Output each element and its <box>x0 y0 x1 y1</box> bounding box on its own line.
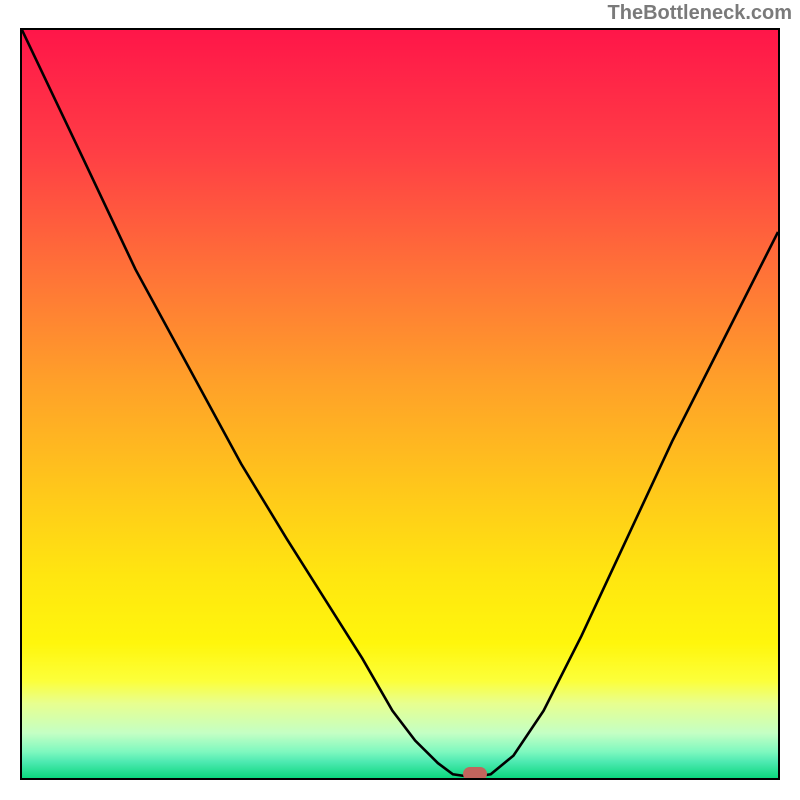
chart-container: TheBottleneck.com <box>0 0 800 800</box>
plot-area <box>20 28 780 780</box>
optimal-marker-icon <box>463 767 487 780</box>
bottleneck-curve <box>22 30 778 778</box>
attribution-label: TheBottleneck.com <box>608 2 792 25</box>
